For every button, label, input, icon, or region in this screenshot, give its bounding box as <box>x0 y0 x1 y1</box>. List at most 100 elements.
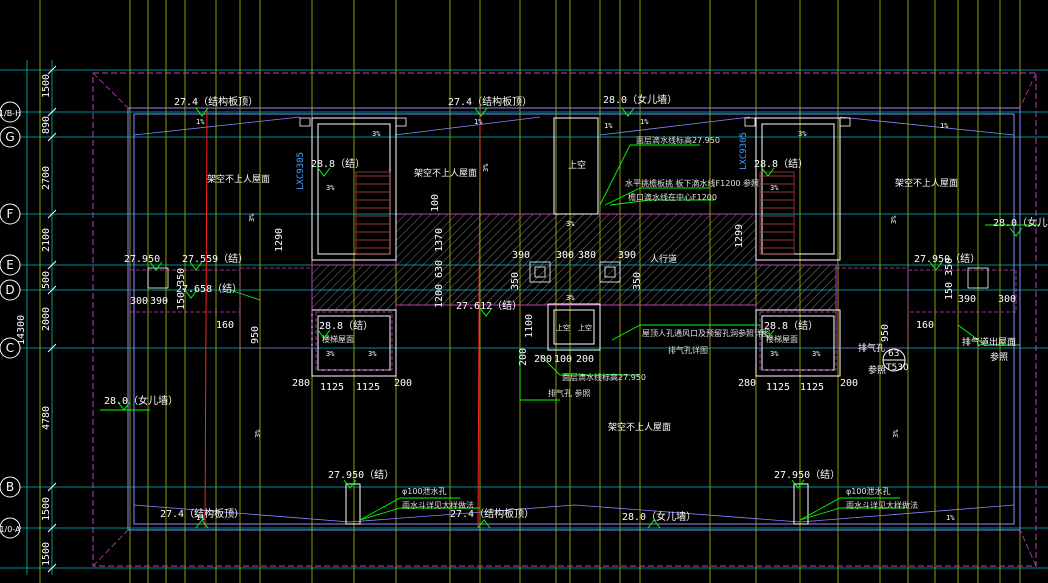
svg-text:3%: 3% <box>326 184 335 192</box>
dim-4780: 4780 <box>41 406 52 430</box>
elev-stair-left: 28.8（结） <box>311 157 365 170</box>
note-top3: 檐口滴水线在中心F1200 <box>628 192 717 202</box>
svg-text:1100: 1100 <box>524 314 535 338</box>
note-mid1: 屋顶人孔通风口及预留孔洞参照详图 <box>642 328 770 338</box>
note-exhaust: 排气道出屋面 <box>962 336 1016 348</box>
note-void: 上空 <box>568 159 586 171</box>
dim-1500-top: 1500 <box>41 74 52 98</box>
svg-text:380: 380 <box>578 250 596 261</box>
svg-text:1125: 1125 <box>356 382 380 393</box>
axis-label-10a: 1/0-A <box>0 525 21 534</box>
elev-bottom-a: 27.950（结） <box>328 468 394 481</box>
svg-text:200: 200 <box>840 378 858 389</box>
svg-text:3%: 3% <box>326 350 335 358</box>
elev-e-left-a: 27.950 <box>124 254 160 265</box>
note-right2: 参照 <box>868 364 886 376</box>
elev-top-left: 27.4（结构板顶） <box>174 95 258 108</box>
svg-text:200: 200 <box>518 348 529 366</box>
axis-label-g: G <box>5 130 14 144</box>
svg-text:1%: 1% <box>640 118 649 126</box>
elev-stair-right: 28.8（结） <box>754 157 808 170</box>
elev-box-left: 28.8（结） <box>319 319 373 332</box>
axis-label-c: C <box>6 341 14 355</box>
elev-bottom-b: 27.950（结） <box>774 468 840 481</box>
svg-text:150 350: 150 350 <box>944 258 955 300</box>
svg-text:950: 950 <box>250 326 261 344</box>
note-bottom-a: 面层滴水线标高27.950 <box>562 372 646 382</box>
svg-text:1%: 1% <box>604 122 613 130</box>
elev-center: 27.612（结） <box>456 299 522 312</box>
svg-text:3%: 3% <box>482 163 490 172</box>
elevation-texts: 27.4（结构板顶） 27.4（结构板顶） 28.0（女儿墙） 27.4（结构板… <box>104 93 1048 523</box>
svg-text:3%: 3% <box>372 130 381 138</box>
dim-500: 500 <box>41 271 52 289</box>
note-mid2: 排气孔详图 <box>668 345 708 355</box>
note-stair-left: 楼梯屋面 <box>322 334 354 344</box>
cad-drawing-viewport[interactable]: 1500 890 2700 2100 500 2000 4780 1500 15… <box>0 0 1048 583</box>
note-exhaust-ref: 参照 <box>990 351 1008 363</box>
svg-text:1125: 1125 <box>800 382 824 393</box>
svg-text:3%: 3% <box>566 294 575 302</box>
note-bottom-a2: 雨水斗详见大样做法 <box>402 500 474 510</box>
svg-text:3%: 3% <box>254 429 262 438</box>
note-bottom-b: 排气孔 参照 <box>548 388 591 398</box>
svg-text:1299: 1299 <box>734 224 745 248</box>
lxc-right: LXC9305 <box>739 132 749 170</box>
elev-top-mid: 27.4（结构板顶） <box>448 95 532 108</box>
note-bottom-b2: 雨水斗详见大样做法 <box>846 500 918 510</box>
svg-text:1370: 1370 <box>434 228 445 252</box>
svg-text:3%: 3% <box>890 215 898 224</box>
svg-text:390: 390 <box>958 294 976 305</box>
svg-text:160: 160 <box>916 320 934 331</box>
svg-text:150,350: 150,350 <box>176 268 187 310</box>
note-top2: 水平挑檐板挑 板下滴水线F1200 参照 <box>625 178 759 188</box>
parapet-walls <box>127 107 1021 531</box>
svg-text:280: 280 <box>292 378 310 389</box>
note-bottom-b1: φ100泄水孔 <box>846 486 891 496</box>
roof-plan-drawing[interactable]: 1500 890 2700 2100 500 2000 4780 1500 15… <box>0 0 1048 583</box>
note-right1: 排气孔 <box>858 342 885 354</box>
dim-1500-c: 1500 <box>41 542 52 566</box>
note-ref-63: 63 <box>888 349 899 359</box>
note-ref-t530: T530 <box>885 363 909 373</box>
svg-text:350: 350 <box>632 272 643 290</box>
note-top1: 面层滴水线标高27.950 <box>636 135 720 145</box>
svg-text:200: 200 <box>534 354 552 365</box>
svg-text:3%: 3% <box>770 350 779 358</box>
svg-text:300: 300 <box>556 250 574 261</box>
svg-text:390: 390 <box>618 250 636 261</box>
dim-2100: 2100 <box>41 228 52 252</box>
svg-text:1%: 1% <box>474 118 483 126</box>
elev-top-right: 28.0（女儿墙） <box>603 93 677 106</box>
svg-text:1%: 1% <box>946 514 955 522</box>
svg-text:390: 390 <box>512 250 530 261</box>
svg-text:100: 100 <box>430 194 441 212</box>
axis-label-b: B <box>6 480 14 494</box>
svg-text:300: 300 <box>130 296 148 307</box>
elev-box-right: 28.8（结） <box>764 319 818 332</box>
note-stair-right: 楼梯屋面 <box>766 334 798 344</box>
svg-text:3%: 3% <box>566 220 575 228</box>
svg-text:3%: 3% <box>892 429 900 438</box>
svg-text:950: 950 <box>880 324 891 342</box>
note-hatch: 人行道 <box>650 253 677 265</box>
svg-text:630: 630 <box>434 260 445 278</box>
elev-left-parapet: 28.0（女儿墙） <box>104 394 178 407</box>
outer-boundary-diagonals <box>92 72 1037 567</box>
note-roof-left: 架空不上人屋面 <box>207 173 270 185</box>
note-door-b: 上空 <box>578 323 592 332</box>
svg-text:1%: 1% <box>196 514 205 522</box>
dim-890: 890 <box>41 116 52 134</box>
note-roof-mid: 架空不上人屋面 <box>414 167 477 179</box>
axis-label-f: F <box>7 207 14 221</box>
svg-text:1290: 1290 <box>274 228 285 252</box>
svg-text:350: 350 <box>510 272 521 290</box>
svg-text:280: 280 <box>738 378 756 389</box>
svg-text:300: 300 <box>998 294 1016 305</box>
svg-text:3%: 3% <box>812 350 821 358</box>
axis-label-e: E <box>6 258 14 272</box>
svg-text:200: 200 <box>394 378 412 389</box>
lxc-left: LXC9305 <box>296 152 306 190</box>
svg-text:1200: 1200 <box>434 284 445 308</box>
note-roof-bottom: 架空不上人屋面 <box>608 421 671 433</box>
